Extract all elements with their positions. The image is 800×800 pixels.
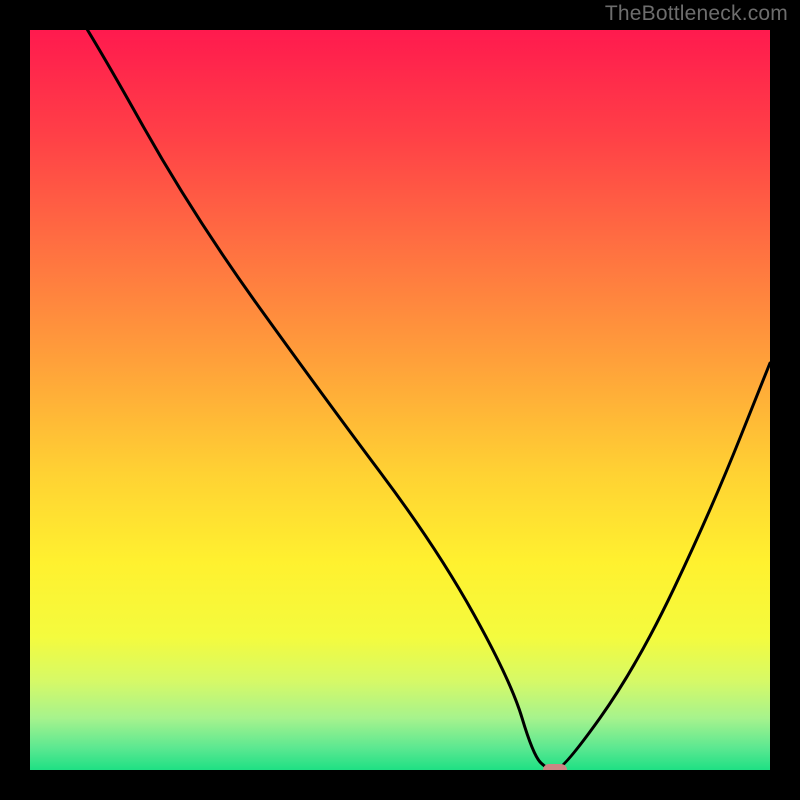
chart-frame: TheBottleneck.com — [0, 0, 800, 800]
plot-area — [30, 30, 770, 770]
watermark-text: TheBottleneck.com — [605, 2, 788, 26]
optimal-marker — [543, 764, 567, 770]
bottleneck-curve — [30, 30, 770, 770]
